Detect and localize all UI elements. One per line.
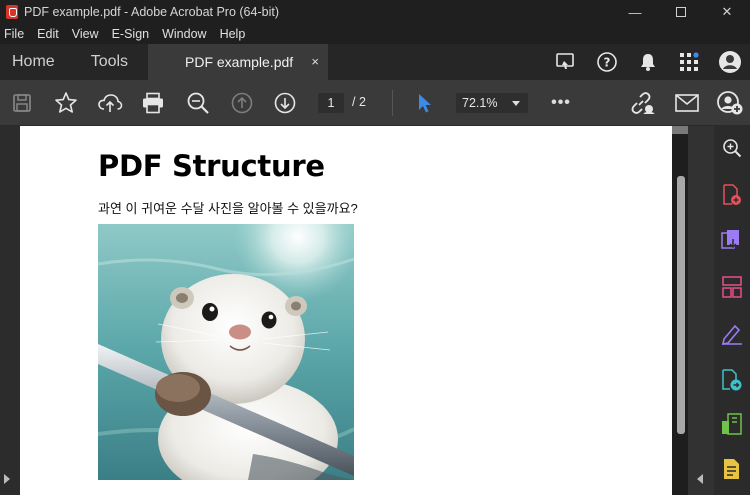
- combine-files-icon[interactable]: [714, 365, 750, 395]
- chevron-down-icon: [512, 101, 520, 106]
- notification-bell-icon[interactable]: [627, 44, 668, 80]
- window-title: PDF example.pdf - Adobe Acrobat Pro (64-…: [24, 5, 279, 19]
- export-pdf-icon[interactable]: [714, 225, 750, 255]
- document-page: PDF Structure 과연 이 귀여운 수달 사진을 알아볼 수 있을까요…: [20, 126, 672, 495]
- otter-photo: [98, 224, 354, 480]
- fill-sign-icon[interactable]: [714, 319, 750, 349]
- menu-bar: File Edit View E-Sign Window Help: [0, 24, 750, 44]
- page-total: / 2: [352, 95, 366, 109]
- zoom-level-select[interactable]: 72.1%: [456, 93, 528, 113]
- toolbar: 1 / 2 72.1% •••: [0, 80, 750, 126]
- email-icon[interactable]: [673, 80, 701, 126]
- organize-pages-icon[interactable]: [714, 272, 750, 302]
- document-subtitle: 과연 이 귀여운 수달 사진을 알아볼 수 있을까요?: [98, 201, 358, 216]
- toolbar-divider: [392, 90, 393, 116]
- tab-tools[interactable]: Tools: [91, 53, 128, 71]
- page-down-icon[interactable]: [272, 80, 298, 126]
- comment-icon[interactable]: [714, 454, 750, 484]
- menu-window[interactable]: Window: [162, 27, 206, 41]
- document-tab-label: PDF example.pdf: [185, 54, 294, 70]
- zoom-search-icon[interactable]: [184, 80, 212, 126]
- title-bar: PDF example.pdf - Adobe Acrobat Pro (64-…: [0, 0, 750, 24]
- close-tab-icon[interactable]: ×: [311, 54, 319, 69]
- compress-icon[interactable]: [714, 409, 750, 439]
- add-user-icon[interactable]: [716, 80, 744, 126]
- scrollbar-thumb[interactable]: [677, 176, 685, 434]
- share-review-icon[interactable]: [545, 44, 586, 80]
- tab-bar: Home Tools PDF example.pdf × ?: [0, 44, 750, 80]
- left-pane: [0, 126, 20, 495]
- menu-file[interactable]: File: [4, 27, 24, 41]
- page-up-icon[interactable]: [229, 80, 255, 126]
- acrobat-logo-icon: [6, 5, 18, 19]
- share-link-icon[interactable]: [628, 80, 656, 126]
- minimize-icon[interactable]: —: [612, 0, 658, 24]
- bookmark-star-icon[interactable]: [52, 80, 80, 126]
- right-tools-pane: [714, 126, 750, 495]
- expand-left-pane-icon[interactable]: [4, 474, 10, 484]
- menu-help[interactable]: Help: [220, 27, 246, 41]
- more-icon[interactable]: •••: [546, 80, 576, 126]
- menu-edit[interactable]: Edit: [37, 27, 59, 41]
- apps-grid-icon[interactable]: [668, 44, 709, 80]
- user-avatar-icon[interactable]: [709, 44, 750, 80]
- select-cursor-icon[interactable]: [413, 80, 437, 126]
- maximize-icon[interactable]: [658, 0, 704, 24]
- menu-esign[interactable]: E-Sign: [112, 27, 150, 41]
- save-icon[interactable]: [8, 80, 36, 126]
- expand-right-pane-icon[interactable]: [697, 474, 703, 484]
- tab-document[interactable]: PDF example.pdf ×: [148, 44, 328, 80]
- create-pdf-icon[interactable]: [714, 180, 750, 210]
- svg-text:?: ?: [603, 56, 610, 70]
- zoom-level-value: 72.1%: [462, 96, 498, 110]
- cloud-upload-icon[interactable]: [96, 80, 124, 126]
- scroll-top-cap[interactable]: [672, 126, 688, 134]
- page-number-input[interactable]: 1: [318, 93, 344, 113]
- document-heading: PDF Structure: [98, 149, 325, 183]
- close-icon[interactable]: ✕: [704, 0, 750, 24]
- tab-home[interactable]: Home: [12, 53, 55, 71]
- zoom-icon[interactable]: [714, 133, 750, 163]
- print-icon[interactable]: [139, 80, 167, 126]
- help-icon[interactable]: ?: [586, 44, 627, 80]
- menu-view[interactable]: View: [72, 27, 99, 41]
